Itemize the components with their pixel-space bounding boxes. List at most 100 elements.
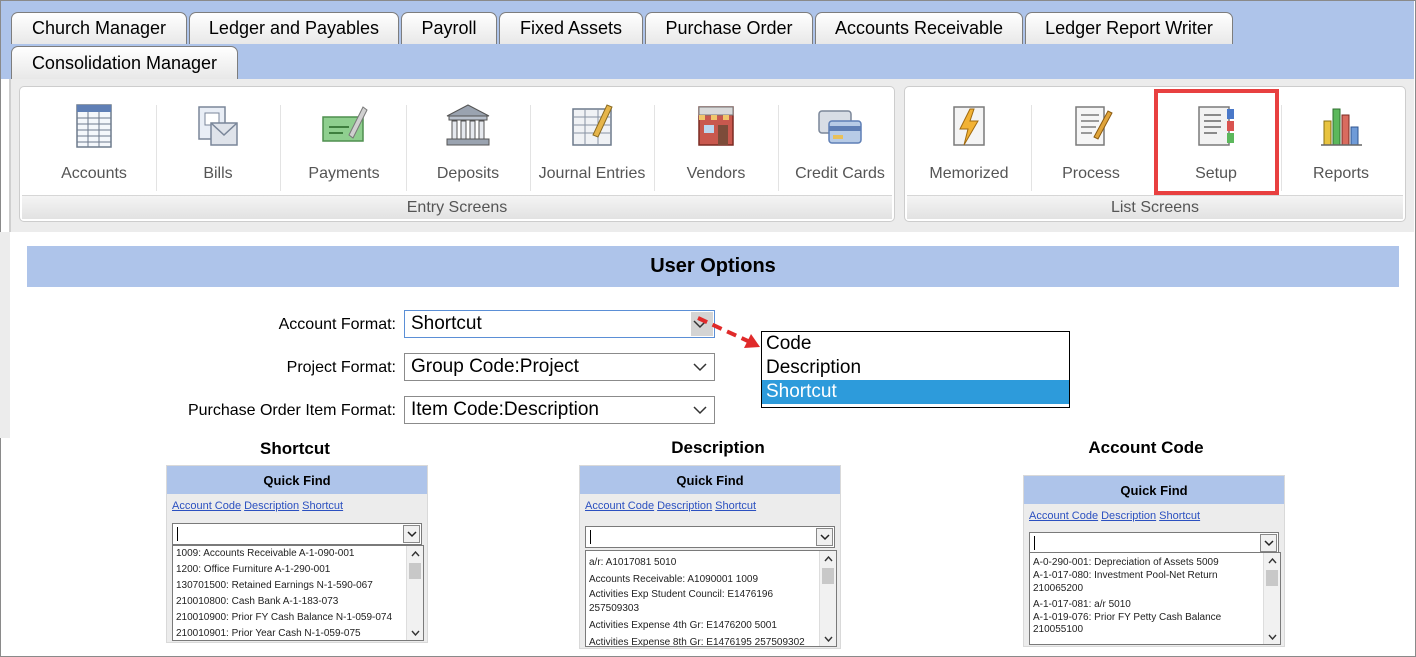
tab-payroll[interactable]: Payroll bbox=[401, 12, 497, 44]
reports-button[interactable]: Reports bbox=[1281, 95, 1401, 195]
list-item[interactable]: A-1-017-081: a/r 5010 bbox=[1030, 597, 1280, 612]
account-format-label: Account Format: bbox=[278, 316, 396, 333]
project-format-select[interactable]: Group Code:Project bbox=[404, 353, 715, 381]
vendors-label: Vendors bbox=[686, 165, 746, 182]
deposits-label: Deposits bbox=[436, 165, 500, 182]
bills-button[interactable]: Bills bbox=[158, 95, 278, 195]
scroll-up-icon[interactable] bbox=[407, 546, 423, 561]
scroll-up-icon[interactable] bbox=[820, 551, 836, 566]
text-caret bbox=[177, 527, 178, 541]
list-item[interactable]: 210055100 bbox=[1030, 624, 1280, 638]
memorized-button[interactable]: Memorized bbox=[909, 95, 1029, 195]
bills-icon bbox=[198, 106, 238, 146]
text-caret bbox=[1034, 536, 1035, 550]
list-item[interactable]: 210010901: Prior Year Cash N-1-059-075 bbox=[173, 628, 423, 640]
scroll-down-icon[interactable] bbox=[820, 631, 836, 646]
list-item[interactable]: A-1-017-080: Investment Pool-Net Return bbox=[1030, 570, 1280, 582]
account-format-options: Code Description Shortcut bbox=[761, 331, 1070, 408]
list-item[interactable]: a/r: A1017081 5010 bbox=[586, 554, 836, 571]
scroll-thumb[interactable] bbox=[822, 568, 834, 584]
description-link[interactable]: Description bbox=[657, 500, 712, 512]
journal-entries-button[interactable]: Journal Entries bbox=[532, 95, 652, 195]
list-item[interactable]: 1009: Accounts Receivable A-1-090-001 bbox=[173, 548, 423, 564]
ribbon-divider bbox=[280, 105, 281, 191]
description-example-title: Description bbox=[671, 438, 765, 457]
list-item[interactable]: 210065200 bbox=[1030, 582, 1280, 597]
scrollbar[interactable] bbox=[819, 551, 836, 646]
list-item[interactable]: 210010900: Prior FY Cash Balance N-1-059… bbox=[173, 612, 423, 628]
account-code-link[interactable]: Account Code bbox=[1029, 510, 1098, 522]
scroll-down-icon[interactable] bbox=[407, 625, 423, 640]
deposits-button[interactable]: Deposits bbox=[408, 95, 528, 195]
option-shortcut[interactable]: Shortcut bbox=[762, 380, 1069, 404]
entry-screens-label: Entry Screens bbox=[22, 195, 892, 219]
process-button[interactable]: Process bbox=[1031, 95, 1151, 195]
process-label: Process bbox=[1062, 165, 1120, 182]
list-item[interactable]: Activities Expense 4th Gr: E1476200 5001 bbox=[586, 617, 836, 634]
shortcut-link[interactable]: Shortcut bbox=[302, 500, 343, 512]
scroll-thumb[interactable] bbox=[1266, 570, 1278, 586]
scroll-thumb[interactable] bbox=[409, 563, 421, 579]
scroll-down-icon[interactable] bbox=[1264, 629, 1280, 644]
list-item[interactable]: 210010800: Cash Bank A-1-183-073 bbox=[173, 596, 423, 612]
list-item[interactable]: 130701500: Retained Earnings N-1-590-067 bbox=[173, 580, 423, 596]
scrollbar[interactable] bbox=[1263, 553, 1280, 644]
account-format-select[interactable]: Shortcut bbox=[404, 310, 715, 338]
quick-find-links: Account Code Description Shortcut bbox=[167, 494, 427, 518]
text-caret bbox=[590, 530, 591, 544]
option-code[interactable]: Code bbox=[762, 332, 1069, 356]
list-item[interactable]: A-0-290-001: Depreciation of Assets 5009 bbox=[1030, 555, 1280, 570]
shortcut-link[interactable]: Shortcut bbox=[715, 500, 756, 512]
option-description[interactable]: Description bbox=[762, 356, 1069, 380]
tab-label: Accounts Receivable bbox=[834, 18, 1004, 38]
quick-find-input[interactable] bbox=[172, 523, 422, 545]
quick-find-results: A-0-290-001: Depreciation of Assets 5009… bbox=[1029, 552, 1281, 645]
quick-find-panel: Quick Find Account Code Description Shortc… bbox=[166, 465, 428, 643]
deposits-icon bbox=[446, 104, 490, 146]
quick-find-title: Quick Find bbox=[1024, 476, 1284, 504]
tab-accounts-receivable[interactable]: Accounts Receivable bbox=[815, 12, 1023, 44]
tab-label: Purchase Order bbox=[665, 18, 793, 38]
po-item-format-select[interactable]: Item Code:Description bbox=[404, 396, 715, 424]
shortcut-link[interactable]: Shortcut bbox=[1159, 510, 1200, 522]
quick-find-title: Quick Find bbox=[580, 466, 840, 494]
account-code-link[interactable]: Account Code bbox=[585, 500, 654, 512]
tab-fixed-assets[interactable]: Fixed Assets bbox=[499, 12, 643, 44]
ribbon-divider bbox=[156, 105, 157, 191]
description-link[interactable]: Description bbox=[244, 500, 299, 512]
tab-ledger-report-writer[interactable]: Ledger Report Writer bbox=[1025, 12, 1233, 44]
tab-label: Ledger and Payables bbox=[208, 18, 380, 38]
account-code-link[interactable]: Account Code bbox=[172, 500, 241, 512]
chevron-down-icon[interactable] bbox=[1260, 534, 1277, 552]
chevron-down-icon[interactable] bbox=[816, 528, 833, 546]
tab-church-manager[interactable]: Church Manager bbox=[11, 12, 187, 44]
list-item[interactable]: 1200: Office Furniture A-1-290-001 bbox=[173, 564, 423, 580]
list-item[interactable]: 257509303 bbox=[586, 602, 836, 617]
quick-find-title: Quick Find bbox=[167, 466, 427, 494]
journal-entries-icon bbox=[572, 104, 613, 146]
quick-find-input[interactable] bbox=[1029, 532, 1279, 554]
tab-label: Payroll bbox=[421, 18, 477, 38]
accounts-button[interactable]: Accounts bbox=[34, 95, 154, 195]
po-item-format-label: Purchase Order Item Format: bbox=[187, 402, 396, 419]
list-item[interactable]: A-1-019-076: Prior FY Petty Cash Balance bbox=[1030, 612, 1280, 624]
quick-find-input[interactable] bbox=[585, 526, 835, 548]
quick-find-links: Account Code Description Shortcut bbox=[580, 494, 840, 518]
accounts-icon bbox=[76, 104, 112, 148]
chevron-down-icon[interactable] bbox=[403, 525, 420, 543]
list-item[interactable]: Accounts Receivable: A1090001 1009 bbox=[586, 571, 836, 588]
tab-label: Ledger Report Writer bbox=[1045, 18, 1213, 38]
scrollbar[interactable] bbox=[406, 546, 423, 640]
tab-purchase-order[interactable]: Purchase Order bbox=[645, 12, 813, 44]
scroll-up-icon[interactable] bbox=[1264, 553, 1280, 568]
vendors-button[interactable]: Vendors bbox=[656, 95, 776, 195]
tab-ledger-and-payables[interactable]: Ledger and Payables bbox=[189, 12, 399, 44]
list-item[interactable]: Activities Expense 8th Gr: E1476195 2575… bbox=[586, 634, 836, 646]
tab-consolidation-manager[interactable]: Consolidation Manager bbox=[11, 46, 238, 79]
payments-button[interactable]: Payments bbox=[284, 95, 404, 195]
list-item[interactable]: Activities Exp Student Council: E1476196 bbox=[586, 588, 836, 602]
description-link[interactable]: Description bbox=[1101, 510, 1156, 522]
credit-cards-button[interactable]: Credit Cards bbox=[780, 95, 900, 195]
memorized-icon bbox=[953, 106, 985, 146]
user-options-title: User Options bbox=[27, 246, 1399, 287]
